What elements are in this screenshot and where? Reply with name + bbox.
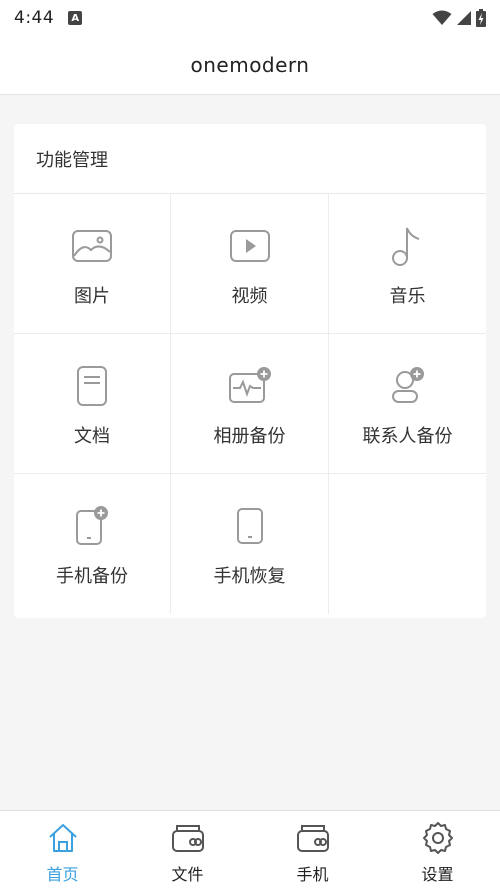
status-bar: 4:44 A (0, 0, 500, 36)
files-icon (171, 821, 205, 855)
function-item-label: 文档 (74, 426, 110, 447)
nav-label: 设置 (421, 865, 454, 884)
function-item-phone-restore[interactable]: 手机恢复 (171, 474, 329, 614)
document-icon (70, 364, 114, 408)
function-item-label: 相册备份 (213, 426, 286, 447)
function-item-label: 视频 (231, 286, 268, 307)
wifi-icon (432, 10, 452, 25)
status-time: 4:44 (14, 8, 55, 28)
function-item-label: 音乐 (389, 286, 426, 307)
home-icon (46, 821, 80, 855)
function-item-videos[interactable]: 视频 (171, 194, 329, 334)
card-header: 功能管理 (14, 124, 486, 194)
nav-label: 首页 (46, 865, 79, 884)
signal-icon (457, 11, 471, 25)
app-title: onemodern (190, 53, 310, 77)
nav-item-home[interactable]: 首页 (0, 811, 125, 888)
bottom-nav: 首页 文件 手机 设置 (0, 810, 500, 888)
function-item-label: 手机恢复 (213, 566, 286, 587)
function-item-label: 图片 (74, 286, 110, 307)
contact-backup-icon (386, 364, 430, 408)
app-header: onemodern (0, 36, 500, 95)
empty-grid-cell (329, 474, 486, 614)
video-icon (228, 224, 272, 268)
music-note-icon (386, 224, 430, 268)
function-item-album-backup[interactable]: 相册备份 (171, 334, 329, 474)
function-card: 功能管理 图片 视频 音乐 文档 相册备份 联系人备份 手机备份 手机恢复 (14, 124, 486, 618)
status-icons (432, 9, 486, 27)
function-item-label: 联系人备份 (362, 426, 453, 447)
nav-item-phone[interactable]: 手机 (250, 811, 375, 888)
phone-icon (296, 821, 330, 855)
album-backup-icon (228, 364, 272, 408)
image-icon (70, 224, 114, 268)
gear-icon (421, 821, 455, 855)
function-item-pictures[interactable]: 图片 (14, 194, 171, 334)
function-item-music[interactable]: 音乐 (329, 194, 486, 334)
function-item-label: 手机备份 (56, 566, 128, 587)
card-title: 功能管理 (36, 149, 108, 171)
nav-item-files[interactable]: 文件 (125, 811, 250, 888)
function-item-phone-backup[interactable]: 手机备份 (14, 474, 171, 614)
function-item-documents[interactable]: 文档 (14, 334, 171, 474)
android-a-icon: A (68, 11, 83, 25)
nav-label: 手机 (296, 865, 329, 884)
nav-label: 文件 (171, 865, 204, 884)
battery-charging-icon (476, 9, 486, 27)
phone-backup-icon (70, 504, 114, 548)
function-grid: 图片 视频 音乐 文档 相册备份 联系人备份 手机备份 手机恢复 (14, 194, 486, 614)
nav-item-settings[interactable]: 设置 (375, 811, 500, 888)
function-item-contact-backup[interactable]: 联系人备份 (329, 334, 486, 474)
phone-restore-icon (228, 504, 272, 548)
